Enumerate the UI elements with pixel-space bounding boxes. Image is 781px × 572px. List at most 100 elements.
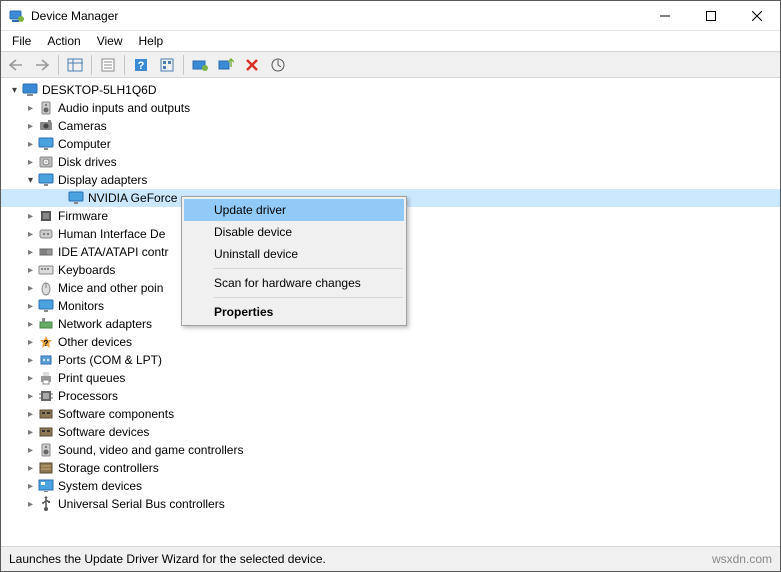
expand-caret[interactable]: ▸ xyxy=(23,373,38,384)
expand-caret[interactable]: ▸ xyxy=(23,121,38,132)
system-icon xyxy=(38,478,54,494)
menu-file[interactable]: File xyxy=(4,32,39,50)
tree-label: IDE ATA/ATAPI contr xyxy=(58,245,176,259)
show-hide-tree-button[interactable] xyxy=(63,54,87,76)
expand-caret[interactable]: ▸ xyxy=(23,427,38,438)
expand-caret[interactable]: ▸ xyxy=(23,139,38,150)
keyboard-icon xyxy=(38,262,54,278)
expand-caret[interactable]: ▸ xyxy=(23,211,38,222)
expand-caret[interactable]: ▸ xyxy=(23,265,38,276)
monitor-icon xyxy=(38,172,54,188)
action-button[interactable] xyxy=(155,54,179,76)
category-component[interactable]: ▸Software components xyxy=(1,405,780,423)
tree-label: Universal Serial Bus controllers xyxy=(58,497,233,511)
ctx-properties[interactable]: Properties xyxy=(184,301,404,323)
expand-caret[interactable]: ▾ xyxy=(7,85,22,96)
mouse-icon xyxy=(38,280,54,296)
network-icon xyxy=(38,316,54,332)
cpu-icon xyxy=(38,388,54,404)
category-monitor[interactable]: ▾Display adapters xyxy=(1,171,780,189)
expand-caret[interactable]: ▸ xyxy=(23,103,38,114)
expand-caret[interactable]: ▾ xyxy=(23,175,38,186)
expand-caret[interactable]: ▸ xyxy=(23,283,38,294)
disable-button[interactable] xyxy=(240,54,264,76)
expand-caret[interactable]: ▸ xyxy=(23,409,38,420)
back-button[interactable] xyxy=(4,54,28,76)
expand-caret[interactable]: ▸ xyxy=(23,319,38,330)
expand-caret[interactable]: ▸ xyxy=(23,445,38,456)
storage-icon xyxy=(38,460,54,476)
expand-caret[interactable]: ▸ xyxy=(23,463,38,474)
properties-button[interactable] xyxy=(96,54,120,76)
menu-help[interactable]: Help xyxy=(131,32,172,50)
window-title: Device Manager xyxy=(31,9,642,23)
speaker-icon xyxy=(38,100,54,116)
tree-label: Computer xyxy=(58,137,119,151)
expand-caret[interactable]: ▸ xyxy=(23,157,38,168)
category-camera[interactable]: ▸Cameras xyxy=(1,117,780,135)
tree-label: Monitors xyxy=(58,299,112,313)
ctx-disable-device[interactable]: Disable device xyxy=(184,221,404,243)
category-component[interactable]: ▸Software devices xyxy=(1,423,780,441)
disk-icon xyxy=(38,154,54,170)
tree-label: Keyboards xyxy=(58,263,123,277)
category-disk[interactable]: ▸Disk drives xyxy=(1,153,780,171)
tree-label: Network adapters xyxy=(58,317,160,331)
maximize-button[interactable] xyxy=(688,1,734,30)
scan-button[interactable] xyxy=(266,54,290,76)
monitor-icon xyxy=(68,190,84,206)
tree-label: Ports (COM & LPT) xyxy=(58,353,170,367)
expand-caret[interactable]: ▸ xyxy=(23,391,38,402)
ctx-scan-hardware[interactable]: Scan for hardware changes xyxy=(184,272,404,294)
menu-view[interactable]: View xyxy=(89,32,131,50)
category-storage[interactable]: ▸ Storage controllers xyxy=(1,459,780,477)
expand-caret[interactable]: ▸ xyxy=(23,499,38,510)
speaker-icon xyxy=(38,442,54,458)
app-icon xyxy=(9,8,25,24)
uninstall-button[interactable] xyxy=(214,54,238,76)
tree-label: DESKTOP-5LH1Q6D xyxy=(42,83,165,97)
category-port[interactable]: ▸ Ports (COM & LPT) xyxy=(1,351,780,369)
computer-icon xyxy=(22,82,38,98)
ctx-update-driver[interactable]: Update driver xyxy=(184,199,404,221)
category-monitor[interactable]: ▸ Computer xyxy=(1,135,780,153)
toolbar: ? xyxy=(1,51,780,78)
minimize-button[interactable] xyxy=(642,1,688,30)
category-usb[interactable]: ▸ Universal Serial Bus controllers xyxy=(1,495,780,513)
expand-caret[interactable]: ▸ xyxy=(23,355,38,366)
tree-root[interactable]: ▾ DESKTOP-5LH1Q6D xyxy=(1,81,780,99)
status-bar: Launches the Update Driver Wizard for th… xyxy=(1,546,780,571)
expand-caret[interactable]: ▸ xyxy=(23,481,38,492)
category-printer[interactable]: ▸ Print queues xyxy=(1,369,780,387)
tree-label: Other devices xyxy=(58,335,140,349)
forward-button[interactable] xyxy=(30,54,54,76)
printer-icon xyxy=(38,370,54,386)
tree-label: Sound, video and game controllers xyxy=(58,443,251,457)
chip-icon xyxy=(38,208,54,224)
svg-text:?: ? xyxy=(138,60,145,72)
close-button[interactable] xyxy=(734,1,780,30)
component-icon xyxy=(38,406,54,422)
category-system[interactable]: ▸System devices xyxy=(1,477,780,495)
component-icon xyxy=(38,424,54,440)
category-speaker[interactable]: ▸Audio inputs and outputs xyxy=(1,99,780,117)
category-speaker[interactable]: ▸ Sound, video and game controllers xyxy=(1,441,780,459)
ctx-separator xyxy=(214,268,403,269)
menubar: File Action View Help xyxy=(1,31,780,51)
ctx-uninstall-device[interactable]: Uninstall device xyxy=(184,243,404,265)
titlebar: Device Manager xyxy=(1,1,780,31)
ctx-separator xyxy=(214,297,403,298)
expand-caret[interactable]: ▸ xyxy=(23,229,38,240)
tree-label: Print queues xyxy=(58,371,133,385)
update-driver-button[interactable] xyxy=(188,54,212,76)
port-icon xyxy=(38,352,54,368)
expand-caret[interactable]: ▸ xyxy=(23,337,38,348)
category-cpu[interactable]: ▸Processors xyxy=(1,387,780,405)
expand-caret[interactable]: ▸ xyxy=(23,301,38,312)
expand-caret[interactable]: ▸ xyxy=(23,247,38,258)
menu-action[interactable]: Action xyxy=(39,32,88,50)
camera-icon xyxy=(38,118,54,134)
category-other[interactable]: ▸?Other devices xyxy=(1,333,780,351)
tree-label: Storage controllers xyxy=(58,461,167,475)
help-button[interactable]: ? xyxy=(129,54,153,76)
